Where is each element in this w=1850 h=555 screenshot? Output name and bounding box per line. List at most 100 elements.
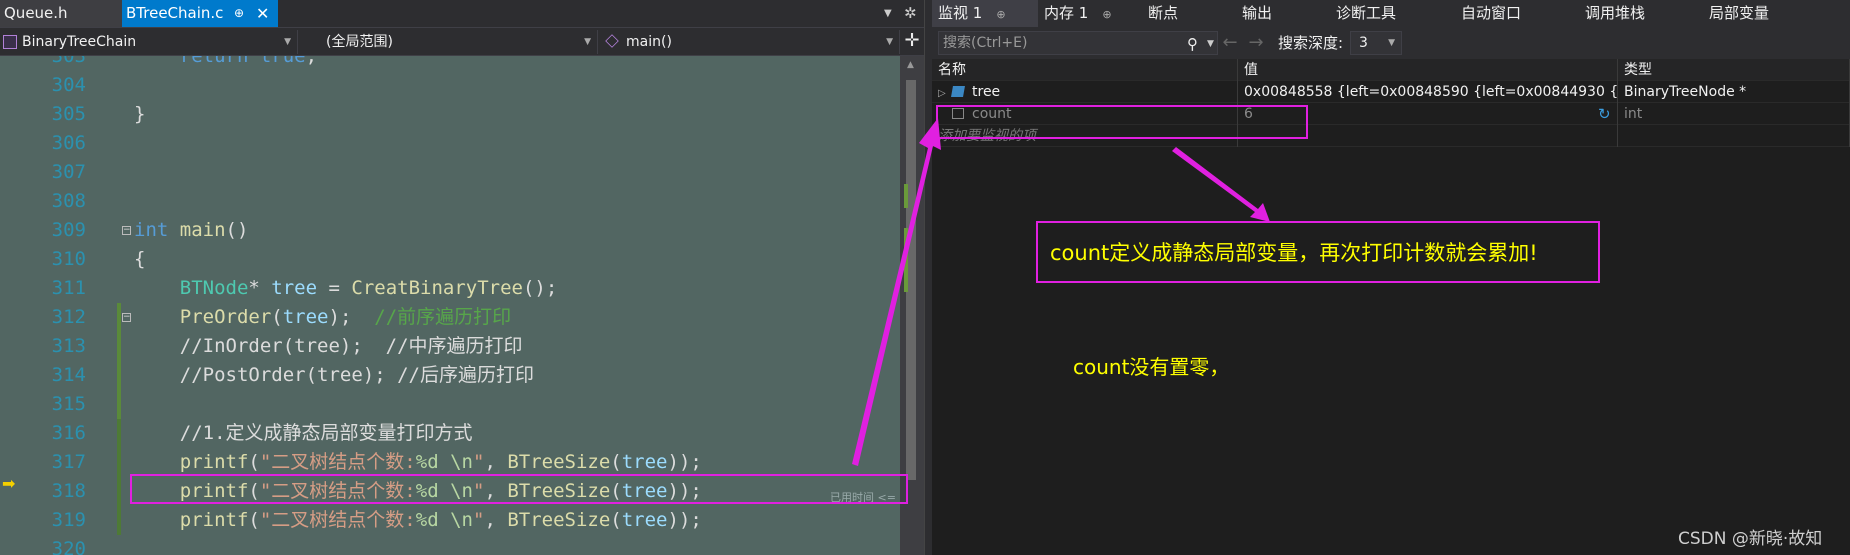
project-dropdown[interactable]: BinaryTreeChain ▼ — [0, 30, 298, 54]
line-number: 308 — [51, 190, 86, 212]
fold-collapse-icon[interactable]: − — [122, 226, 131, 235]
line-number: 305 — [51, 103, 86, 125]
tool-window-tabs: 监视 1 ⊕ 内存 1 ⊕ 断点 输出 诊断工具 自动窗口 调用堆栈 局部变量 — [932, 0, 1850, 27]
expand-arrow-icon[interactable]: ▷ — [938, 83, 952, 103]
variable-icon — [951, 86, 965, 97]
scope-name: (全局范围) — [326, 34, 393, 50]
code-text: { — [134, 248, 146, 270]
function-icon — [605, 34, 619, 48]
code-line: 312 − PreOrder(tree); //前序遍历打印 — [0, 303, 900, 332]
tab-memory-1[interactable]: 内存 1 ⊕ — [1038, 0, 1128, 27]
tab-list-dropdown-icon[interactable]: ▼ — [884, 0, 900, 27]
tab-label: 内存 1 — [1044, 4, 1089, 22]
chevron-down-icon: ▼ — [886, 37, 893, 47]
function-name: main() — [626, 34, 672, 50]
variable-name: tree — [972, 84, 1001, 100]
code-line: 303 return true; — [0, 56, 900, 71]
split-window-icon[interactable]: ✛ — [902, 30, 922, 52]
fold-collapse-icon[interactable]: − — [122, 313, 131, 322]
watch-name-cell[interactable]: ▷ tree — [932, 81, 1238, 103]
code-line: 316 //1.定义成静态局部变量打印方式 — [0, 419, 900, 448]
project-name: BinaryTreeChain — [22, 34, 137, 50]
tab-watch-1[interactable]: 监视 1 ⊕ — [932, 0, 1038, 27]
code-text: return true; — [134, 56, 318, 67]
line-number: 313 — [51, 335, 86, 357]
close-icon[interactable]: ✕ — [256, 0, 269, 27]
highlight-box-count — [936, 105, 1308, 139]
line-number: 314 — [51, 364, 86, 386]
line-number: 307 — [51, 161, 86, 183]
code-text: //1.定义成静态局部变量打印方式 — [134, 422, 473, 444]
tab-locals[interactable]: 局部变量 — [1703, 0, 1803, 27]
tab-diagnostic-tools[interactable]: 诊断工具 — [1330, 0, 1430, 27]
watch-row[interactable]: ▷ tree 0x00848558 {left=0x00848590 {left=… — [932, 81, 1850, 103]
forward-arrow-icon[interactable]: → — [1244, 31, 1268, 55]
tab-label: 诊断工具 — [1336, 4, 1397, 22]
watch-type-cell: int — [1618, 103, 1850, 125]
column-header-type[interactable]: 类型 — [1618, 59, 1850, 81]
code-line: 313 //InOrder(tree); //中序遍历打印 — [0, 332, 900, 361]
tab-label: 调用堆栈 — [1585, 4, 1646, 22]
watch-value-cell[interactable]: 0x00848558 {left=0x00848590 {left=0x0084… — [1238, 81, 1618, 103]
pane-splitter[interactable] — [924, 0, 932, 555]
navigation-bar: BinaryTreeChain ▼ (全局范围) ▼ main() ▼ — [0, 27, 924, 56]
code-text: printf("二叉树结点个数:%d \n", BTreeSize(tree))… — [179, 509, 702, 531]
highlight-box-line-318 — [130, 474, 908, 504]
chevron-down-icon[interactable]: ▼ — [1207, 33, 1214, 55]
tab-autos[interactable]: 自动窗口 — [1455, 0, 1555, 27]
tab-call-stack[interactable]: 调用堆栈 — [1579, 0, 1679, 27]
tab-breakpoints[interactable]: 断点 — [1142, 0, 1222, 27]
line-number: 306 — [51, 132, 86, 154]
tab-queue-h[interactable]: Queue.h — [0, 0, 122, 27]
tab-btreechain-c[interactable]: BTreeChain.c ⊕ ✕ — [122, 0, 278, 27]
pin-icon[interactable]: ⊕ — [996, 8, 1005, 21]
code-line: 317 printf("二叉树结点个数:%d \n", BTreeSize(tr… — [0, 448, 900, 477]
chevron-down-icon: ▼ — [284, 37, 291, 47]
code-line: 307 — [0, 158, 900, 187]
code-text: //InOrder(tree); //中序遍历打印 — [134, 335, 523, 357]
change-mark — [904, 184, 908, 208]
chevron-down-icon: ▼ — [1388, 38, 1395, 48]
search-input[interactable]: 搜索(Ctrl+E) ⚲ ▼ — [938, 31, 1218, 55]
change-mark — [904, 228, 908, 292]
code-line: 314 //PostOrder(tree); //后序遍历打印 — [0, 361, 900, 390]
gear-icon[interactable]: ✲ — [904, 0, 922, 27]
line-number: 304 — [51, 74, 86, 96]
function-dropdown[interactable]: main() ▼ — [598, 30, 900, 54]
line-number: 320 — [51, 538, 86, 555]
line-number: 318 — [51, 480, 86, 502]
line-number: 317 — [51, 451, 86, 473]
search-depth-label: 搜索深度: — [1278, 34, 1344, 52]
line-number: 315 — [51, 393, 86, 415]
search-depth-select[interactable]: 3 ▼ — [1350, 31, 1402, 55]
code-text: //PostOrder(tree); //后序遍历打印 — [134, 364, 534, 386]
tab-label: 输出 — [1242, 4, 1273, 22]
pin-icon[interactable]: ⊕ — [1102, 8, 1111, 21]
tab-label: 监视 1 — [938, 4, 983, 22]
code-text: printf("二叉树结点个数:%d \n", BTreeSize(tree))… — [179, 451, 702, 473]
watermark: CSDN @新晓·故知 — [1678, 529, 1823, 549]
grid-header: 名称 值 类型 — [932, 59, 1850, 81]
line-number: 310 — [51, 248, 86, 270]
tab-output[interactable]: 输出 — [1236, 0, 1316, 27]
depth-value: 3 — [1359, 35, 1368, 51]
back-arrow-icon[interactable]: ← — [1218, 31, 1242, 55]
code-line: 315 — [0, 390, 900, 419]
column-header-name[interactable]: 名称 — [932, 59, 1238, 81]
chevron-down-icon: ▼ — [584, 37, 591, 47]
code-line: 308 — [0, 187, 900, 216]
refresh-icon[interactable]: ↻ — [1598, 103, 1611, 125]
code-line: 320 — [0, 535, 900, 555]
pin-icon[interactable]: ⊕ — [234, 0, 244, 27]
code-line: 311 BTNode* tree = CreatBinaryTree(); — [0, 274, 900, 303]
line-number: 309 — [51, 219, 86, 241]
code-line: 310 { — [0, 245, 900, 274]
column-header-value[interactable]: 值 — [1238, 59, 1618, 81]
tab-label: BTreeChain.c — [126, 4, 224, 22]
scroll-up-icon[interactable]: ▲ — [907, 60, 914, 70]
code-text: } — [134, 103, 146, 125]
current-statement-arrow-icon: ➡ — [2, 474, 16, 493]
watch-type-cell: BinaryTreeNode * — [1618, 81, 1850, 103]
scope-dropdown[interactable]: (全局范围) ▼ — [298, 30, 598, 54]
search-icon[interactable]: ⚲ — [1187, 33, 1198, 55]
